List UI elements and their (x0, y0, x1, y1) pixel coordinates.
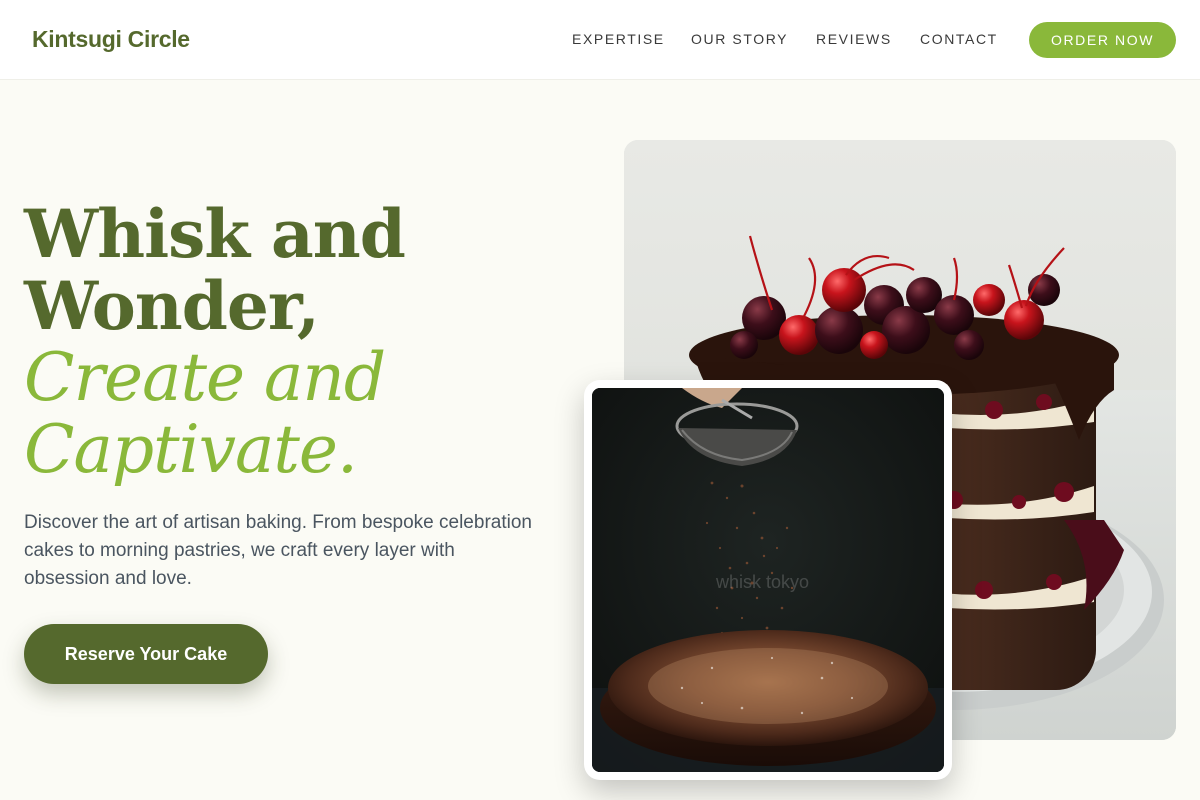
nav-link-our-story[interactable]: OUR STORY (691, 31, 788, 47)
headline-accent-line-1: Create and (24, 339, 386, 416)
headline-accent-line-2: Captivate. (24, 411, 358, 488)
order-now-button[interactable]: ORDER NOW (1029, 22, 1176, 58)
hero-lead-text: Discover the art of artisan baking. From… (24, 512, 532, 589)
site-header: Kintsugi Circle EXPERTISE OUR STORY REVI… (0, 0, 1200, 80)
hero-headline: Whisk and Wonder, Create and Captivate. (24, 198, 584, 486)
nav-link-expertise[interactable]: EXPERTISE (572, 31, 665, 47)
headline-line-2: Wonder, (24, 267, 320, 345)
photo-watermark: whisk tokyo (715, 572, 809, 592)
reserve-cake-button[interactable]: Reserve Your Cake (24, 624, 268, 684)
cocoa-dusted-cake-photo: whisk tokyo (592, 388, 944, 772)
main-nav: EXPERTISE OUR STORY REVIEWS CONTACT (0, 31, 1200, 51)
headline-line-1: Whisk and (24, 195, 406, 273)
cocoa-dusting-illustration: whisk tokyo (592, 388, 944, 772)
nav-link-contact[interactable]: CONTACT (920, 31, 998, 47)
secondary-photo-frame: whisk tokyo (584, 380, 952, 780)
nav-link-reviews[interactable]: REVIEWS (816, 31, 892, 47)
